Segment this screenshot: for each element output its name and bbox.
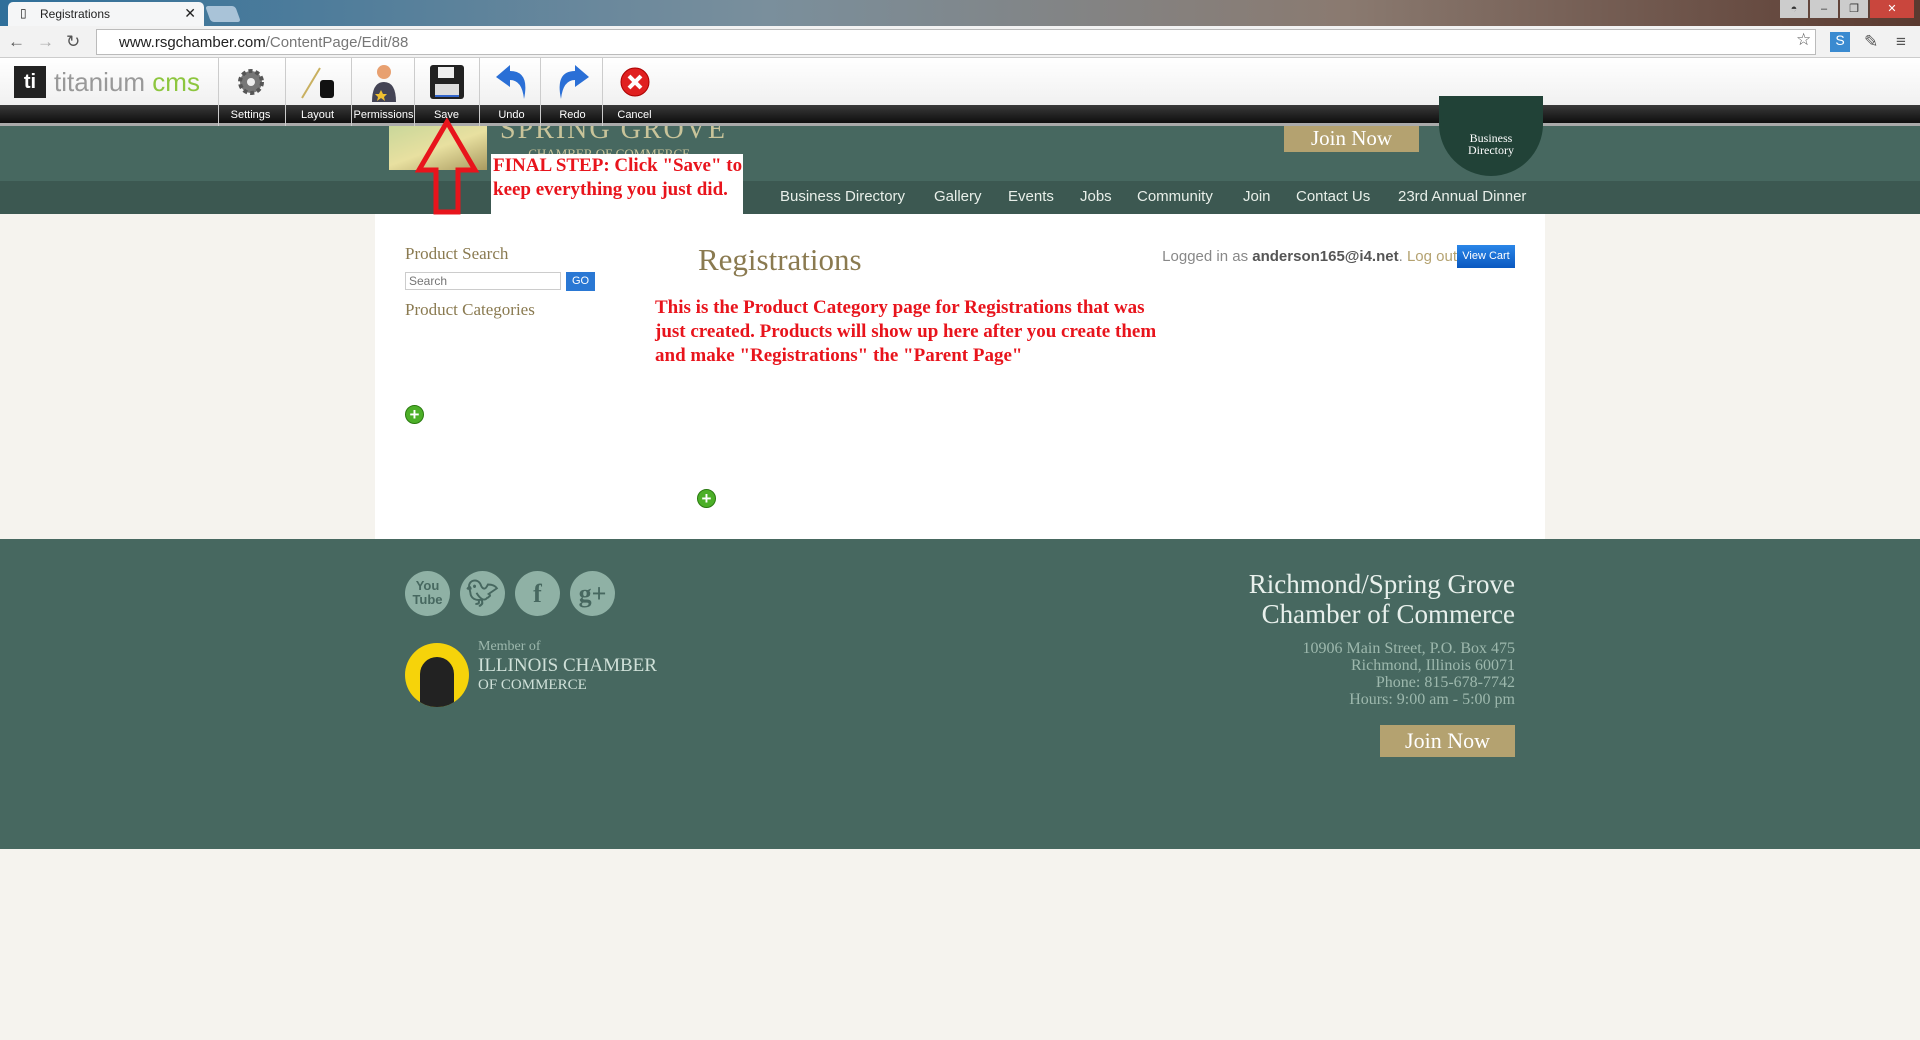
- illinois-chamber-name-2: OF COMMERCE: [478, 677, 587, 693]
- product-search-heading: Product Search: [405, 244, 509, 263]
- address-line: 10906 Main Street, P.O. Box 475: [1302, 640, 1515, 657]
- layout-button[interactable]: Layout: [285, 58, 349, 126]
- address-line: Phone: 815-678-7742: [1375, 674, 1515, 691]
- menu-icon[interactable]: ≡: [1896, 32, 1906, 52]
- close-tab-icon[interactable]: ✕: [184, 5, 196, 22]
- button-label: Settings: [230, 109, 271, 121]
- redo-icon: [541, 58, 604, 105]
- go-button[interactable]: GO: [566, 272, 595, 291]
- nav-item[interactable]: Jobs: [1080, 188, 1112, 205]
- new-tab-button[interactable]: [205, 6, 241, 22]
- cancel-button[interactable]: Cancel: [602, 58, 666, 126]
- address-line: Hours: 9:00 am - 5:00 pm: [1349, 691, 1515, 708]
- browser-tab-bar: ▯ Registrations ✕ ◓ – ❐ ✕: [0, 0, 1920, 26]
- google-plus-icon[interactable]: g+: [570, 571, 615, 616]
- nav-item[interactable]: Community: [1137, 188, 1213, 205]
- address-bar-row: ← → ↻ www.rsgchamber.com/ContentPage/Edi…: [0, 26, 1920, 58]
- browser-tab[interactable]: ▯ Registrations ✕: [8, 2, 204, 26]
- nav-item[interactable]: Events: [1008, 188, 1054, 205]
- twitter-icon[interactable]: 🐦︎: [460, 571, 505, 616]
- illinois-capitol-logo: [405, 643, 469, 707]
- org-name: Richmond/Spring Grove: [1248, 569, 1515, 599]
- member-of-label: Member of: [478, 639, 541, 654]
- minimize-icon[interactable]: –: [1810, 0, 1838, 18]
- nav-item[interactable]: Business Directory: [780, 188, 905, 205]
- reload-icon[interactable]: ↻: [66, 32, 80, 52]
- window-controls: ◓ – ❐ ✕: [1778, 0, 1914, 18]
- facebook-icon[interactable]: f: [515, 571, 560, 616]
- illinois-chamber-name: ILLINOIS CHAMBER: [478, 655, 657, 676]
- back-icon[interactable]: ←: [8, 32, 25, 52]
- permissions-button[interactable]: Permissions: [351, 58, 415, 126]
- button-label: Undo: [498, 109, 525, 121]
- main-nav: Business Directory Gallery Events Jobs Commu…: [0, 181, 1920, 214]
- nav-item[interactable]: Gallery: [934, 188, 982, 205]
- business-directory-badge[interactable]: Business Directory: [1439, 96, 1543, 176]
- button-label: Permissions: [353, 109, 414, 121]
- button-label: Layout: [300, 109, 335, 121]
- add-icon[interactable]: +: [697, 489, 716, 508]
- product-categories-heading: Product Categories: [405, 300, 535, 319]
- floppy-disk-icon: [415, 58, 478, 105]
- star-icon[interactable]: ☆: [1796, 30, 1811, 50]
- extension-icon[interactable]: S: [1830, 32, 1850, 52]
- logged-in-label: Logged in as: [1162, 248, 1249, 265]
- content-area: Product Search GO Product Categories + R…: [375, 214, 1545, 539]
- tools-icon[interactable]: ✎: [1864, 32, 1878, 52]
- undo-button[interactable]: Undo: [479, 58, 543, 126]
- button-label: Redo: [559, 109, 586, 121]
- maximize-icon[interactable]: ❐: [1840, 0, 1868, 18]
- titanium-cms-logo: ti titanium cms: [14, 66, 200, 98]
- view-cart-button[interactable]: View Cart: [1457, 245, 1515, 268]
- cancel-icon: [603, 58, 666, 105]
- ink-brush-icon: [286, 58, 349, 105]
- user-icon: [352, 58, 415, 105]
- page-title: Registrations: [698, 242, 862, 277]
- site-header: SPRING GROVE — CHAMBER OF COMMERCE — Joi…: [0, 96, 1920, 181]
- button-label: Cancel: [617, 109, 652, 121]
- org-name-2: Chamber of Commerce: [1261, 599, 1515, 629]
- forward-icon[interactable]: →: [37, 32, 54, 52]
- annotation-note: This is the Product Category page for Re…: [655, 297, 1157, 366]
- url-input[interactable]: www.rsgchamber.com/ContentPage/Edit/88: [96, 29, 1816, 55]
- search-input[interactable]: [405, 272, 561, 290]
- gear-icon: [219, 58, 282, 105]
- annotation-arrow: [415, 118, 480, 215]
- annotation-callout: FINAL STEP: Click "Save" to keep everyth…: [491, 154, 743, 224]
- user-icon[interactable]: ◓: [1780, 0, 1808, 18]
- logout-link[interactable]: Log out: [1407, 248, 1457, 265]
- site-footer: You Tube 🐦︎ f g+ Member of ILLINOIS CHAMB…: [0, 539, 1920, 849]
- user-email: anderson165@i4.net: [1252, 248, 1399, 265]
- add-icon[interactable]: +: [405, 405, 424, 424]
- page-icon: ▯: [20, 6, 27, 20]
- close-window-icon[interactable]: ✕: [1870, 0, 1914, 18]
- tab-title: Registrations: [40, 7, 111, 21]
- nav-item[interactable]: 23rd Annual Dinner: [1398, 188, 1526, 205]
- nav-item[interactable]: Join: [1243, 188, 1271, 205]
- save-button[interactable]: Save: [414, 58, 478, 126]
- join-now-button[interactable]: Join Now: [1284, 126, 1419, 152]
- address-line: Richmond, Illinois 60071: [1351, 657, 1515, 674]
- undo-icon: [480, 58, 543, 105]
- redo-button[interactable]: Redo: [540, 58, 604, 126]
- footer-join-now-button[interactable]: Join Now: [1380, 725, 1515, 757]
- nav-item[interactable]: Contact Us: [1296, 188, 1370, 205]
- youtube-icon[interactable]: You Tube: [405, 571, 450, 616]
- settings-button[interactable]: Settings: [218, 58, 282, 126]
- address-block: 10906 Main Street, P.O. Box 475 Richmond,…: [1303, 640, 1515, 708]
